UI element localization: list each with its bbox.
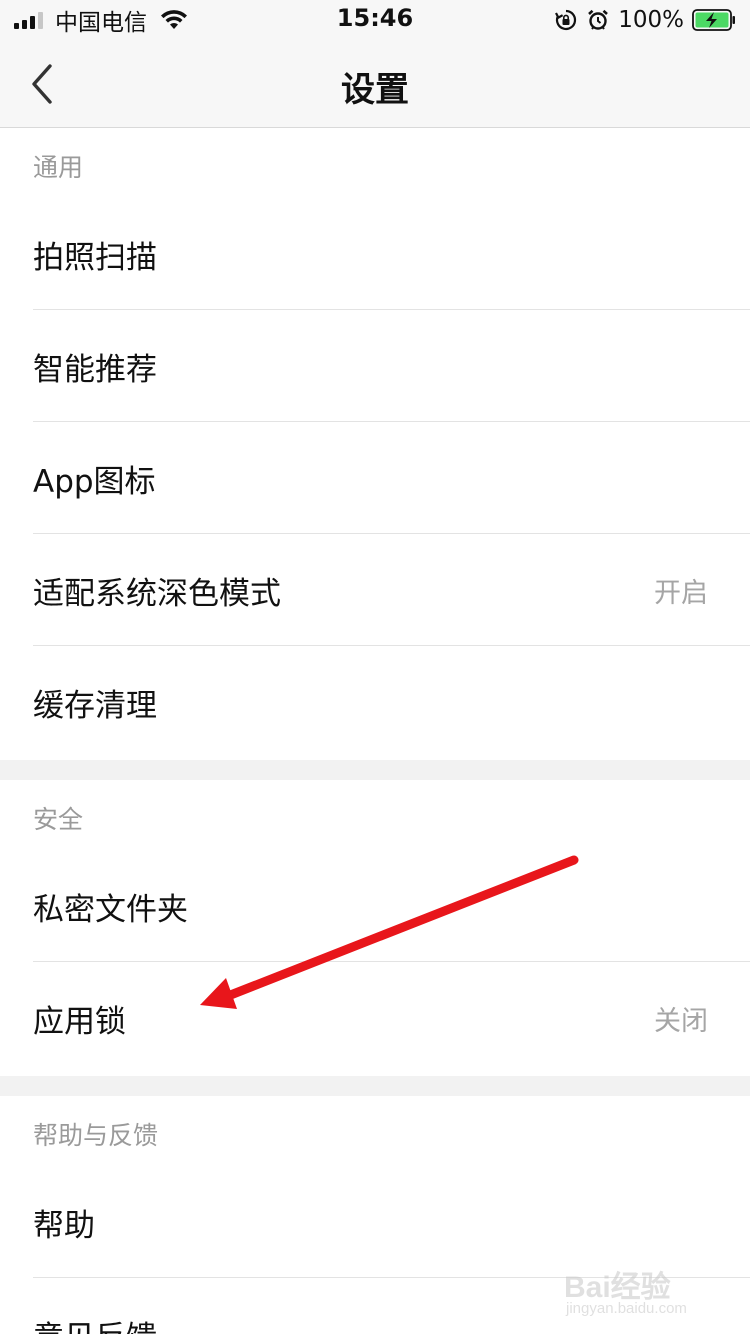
setting-label: 缓存清理 [33, 687, 157, 724]
setting-row-photo-scan[interactable]: 拍照扫描 [0, 198, 750, 310]
battery-charging-icon [692, 9, 735, 31]
setting-label: 私密文件夹 [33, 891, 188, 928]
section-security: 安全 私密文件夹 应用锁 关闭 [0, 780, 750, 1076]
setting-label: 应用锁 [33, 1003, 126, 1040]
setting-row-smart-recommend[interactable]: 智能推荐 [0, 310, 750, 422]
setting-label: 帮助 [33, 1207, 95, 1244]
setting-label: 智能推荐 [33, 351, 157, 388]
alarm-icon [588, 9, 609, 30]
setting-row-private-folder[interactable]: 私密文件夹 [0, 850, 750, 962]
status-bar: 中国电信 15:46 100% [0, 0, 750, 40]
navigation-bar: 设置 [0, 40, 750, 128]
baidu-jingyan-watermark: Bai经验 jingyan.baidu.com [564, 1262, 714, 1322]
setting-value: 关闭 [654, 1005, 708, 1037]
setting-label: 意见反馈 [33, 1312, 157, 1334]
setting-row-dark-mode[interactable]: 适配系统深色模式 开启 [0, 534, 750, 646]
status-bar-right: 100% [554, 6, 736, 34]
section-header-help: 帮助与反馈 [33, 1121, 159, 1150]
setting-row-cache-clean[interactable]: 缓存清理 [0, 646, 750, 758]
setting-label: App图标 [33, 463, 156, 500]
setting-label: 拍照扫描 [33, 239, 157, 276]
setting-value: 开启 [654, 577, 708, 609]
setting-row-app-lock[interactable]: 应用锁 关闭 [0, 962, 750, 1074]
section-general: 通用 拍照扫描 智能推荐 App图标 适配系统深色模式 开启 缓存清理 [0, 128, 750, 760]
section-header-general: 通用 [33, 153, 84, 182]
setting-row-app-icon[interactable]: App图标 [0, 422, 750, 534]
rotation-lock-icon [555, 9, 577, 31]
setting-label: 适配系统深色模式 [33, 575, 281, 612]
section-header-security: 安全 [33, 805, 84, 834]
page-title: 设置 [341, 70, 409, 110]
battery-percent: 100% [618, 7, 684, 33]
watermark-url: jingyan.baidu.com [566, 1300, 687, 1317]
